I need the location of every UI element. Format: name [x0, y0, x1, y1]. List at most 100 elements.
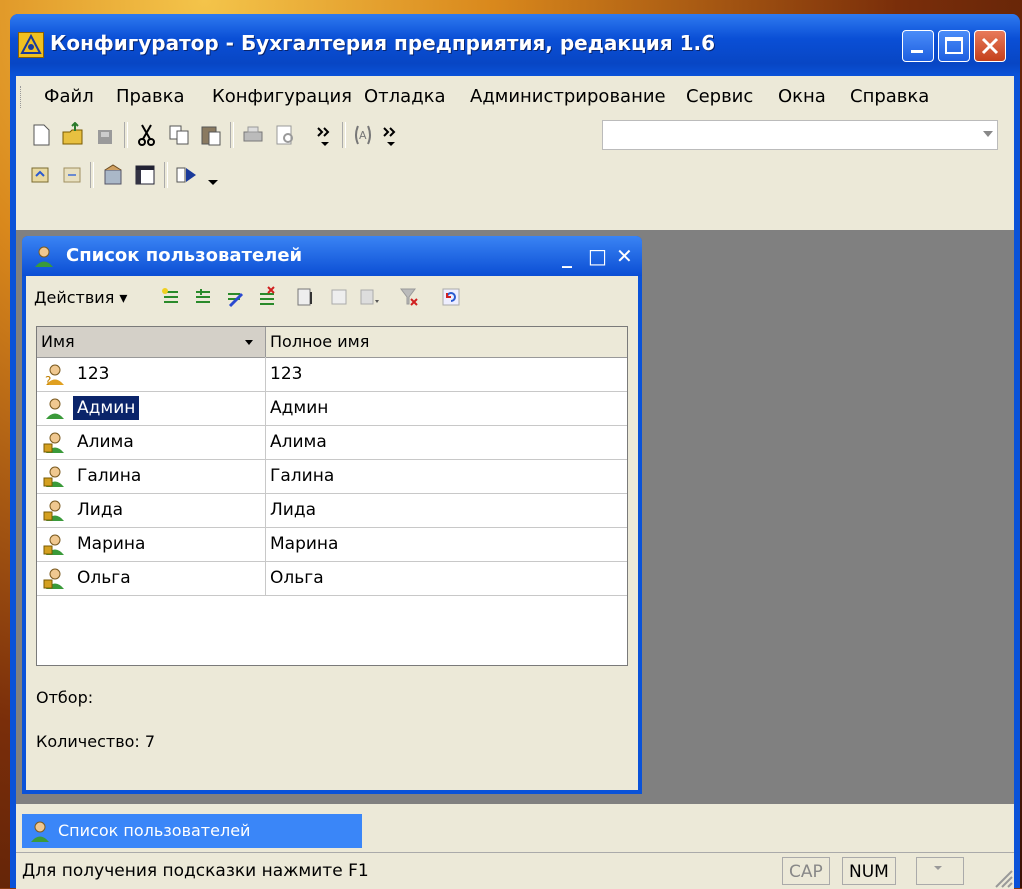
child-title-bar[interactable]: Список пользователей _ □ ✕	[22, 236, 642, 276]
column-header-fullname[interactable]: Полное имя	[266, 327, 627, 357]
chevron-down-icon	[934, 866, 942, 870]
table-row[interactable]: Галина Галина	[37, 459, 627, 494]
more-icon[interactable]	[312, 122, 338, 148]
status-bar: Для получения подсказки нажмите F1 CAP N…	[16, 852, 1014, 889]
menu-windows[interactable]: Окна	[778, 86, 826, 107]
user-lock-icon	[43, 498, 67, 522]
row-fullname: Алима	[270, 432, 327, 452]
save-icon[interactable]	[92, 122, 118, 148]
title-bar[interactable]: Конфигуратор - Бухгалтерия предприятия, …	[10, 14, 1020, 76]
print-icon[interactable]	[240, 122, 266, 148]
close-button[interactable]	[974, 30, 1006, 62]
open-folder-icon[interactable]	[60, 121, 86, 148]
num-indicator: NUM	[842, 857, 896, 885]
table-row[interactable]: Алима Алима	[37, 425, 627, 460]
toolbar-separator	[124, 122, 128, 148]
row-name: Марина	[77, 534, 146, 554]
menu-administration[interactable]: Администрирование	[470, 86, 666, 107]
hierarchy-icon[interactable]	[328, 286, 350, 308]
menu-grip	[20, 86, 24, 108]
menu-service[interactable]: Сервис	[686, 86, 753, 107]
app-icon	[18, 32, 44, 58]
window-icon[interactable]	[132, 162, 158, 188]
menu-configuration[interactable]: Конфигурация	[212, 86, 352, 107]
menu-debug[interactable]: Отладка	[364, 86, 446, 107]
run-icon[interactable]	[174, 162, 200, 188]
row-name: Лида	[77, 500, 124, 520]
table-row[interactable]: Ольга Ольга	[37, 561, 627, 596]
child-body: Действия ▾ Имя Полное имя ? 123 123 Адми…	[26, 276, 638, 790]
cell-name: ? 123	[37, 357, 266, 391]
edit-user-icon[interactable]	[224, 286, 246, 308]
row-fullname: 123	[270, 364, 303, 384]
filter-icon[interactable]	[294, 286, 316, 308]
window-taskbar: Список пользователей	[16, 812, 1014, 852]
menu-bar: Файл Правка Конфигурация Отладка Админис…	[16, 76, 1014, 116]
toolbar-separator	[342, 122, 346, 148]
maximize-button[interactable]	[938, 30, 970, 62]
row-name: Алима	[77, 432, 134, 452]
sort-icon[interactable]	[358, 286, 380, 308]
filter-clear-icon[interactable]	[398, 286, 420, 308]
more-icon[interactable]	[378, 122, 404, 148]
cell-name: Галина	[37, 459, 266, 493]
child-close-button[interactable]: ✕	[616, 244, 633, 268]
row-name: Ольга	[77, 568, 131, 588]
chevron-down-icon[interactable]	[983, 131, 993, 137]
cut-icon[interactable]	[134, 122, 160, 148]
add-user-icon[interactable]	[160, 286, 182, 308]
table-row[interactable]: Админ Админ	[37, 391, 627, 426]
users-list-window: Список пользователей _ □ ✕ Действия ▾ Им…	[22, 236, 642, 794]
column-header-name[interactable]: Имя	[37, 327, 266, 357]
cell-name: Марина	[37, 527, 266, 561]
table-row[interactable]: Лида Лида	[37, 493, 627, 528]
syntax-icon[interactable]: A	[350, 122, 376, 148]
new-file-icon[interactable]	[28, 122, 54, 148]
user-lock-icon	[43, 464, 67, 488]
copy-icon[interactable]	[166, 122, 192, 148]
table-row[interactable]: Марина Марина	[37, 527, 627, 562]
menu-file[interactable]: Файл	[44, 86, 94, 107]
user-lock-icon	[43, 430, 67, 454]
standard-toolbar: A	[16, 116, 1014, 154]
chevron-down-icon[interactable]	[200, 162, 226, 188]
row-fullname: Ольга	[270, 568, 324, 588]
preview-icon[interactable]	[272, 122, 298, 148]
sort-arrow-icon	[245, 340, 253, 345]
config-compare-icon[interactable]	[60, 162, 86, 188]
child-maximize-button[interactable]: □	[588, 244, 607, 268]
client-area: Файл Правка Конфигурация Отладка Админис…	[16, 76, 1014, 889]
cell-name: Лида	[37, 493, 266, 527]
refresh-icon[interactable]	[440, 286, 462, 308]
menu-edit[interactable]: Правка	[116, 86, 185, 107]
main-window: Конфигуратор - Бухгалтерия предприятия, …	[10, 14, 1020, 889]
row-fullname: Лида	[270, 500, 317, 520]
toolbar-separator	[164, 162, 168, 188]
child-minimize-button[interactable]: _	[562, 244, 572, 268]
actions-label: Действия	[34, 288, 115, 307]
cell-name: Ольга	[37, 561, 266, 595]
user-lock-icon	[43, 532, 67, 556]
minimize-button[interactable]	[902, 30, 934, 62]
row-fullname: Марина	[270, 534, 339, 554]
config-load-icon[interactable]	[28, 162, 54, 188]
copy-user-icon[interactable]	[192, 286, 214, 308]
toolbar-separator	[230, 122, 234, 148]
toolbar-combo[interactable]	[602, 120, 998, 150]
actions-menu[interactable]: Действия ▾	[34, 288, 127, 307]
svg-text:A: A	[359, 129, 367, 142]
taskbar-users-button[interactable]: Список пользователей	[22, 814, 362, 848]
row-fullname: Админ	[270, 398, 329, 418]
table-row[interactable]: ? 123 123	[37, 357, 627, 392]
menu-help[interactable]: Справка	[850, 86, 929, 107]
resize-grip-icon[interactable]	[990, 865, 1014, 889]
cap-indicator: CAP	[782, 857, 830, 885]
delete-user-icon[interactable]	[256, 286, 278, 308]
users-table: Имя Полное имя ? 123 123 Админ Админ Али…	[36, 326, 628, 666]
status-dropdown[interactable]	[916, 857, 964, 885]
row-name: Админ	[73, 396, 140, 420]
database-icon[interactable]	[100, 162, 126, 188]
row-name: 123	[77, 364, 110, 384]
paste-icon[interactable]	[198, 122, 224, 148]
cell-name: Админ	[37, 391, 266, 425]
